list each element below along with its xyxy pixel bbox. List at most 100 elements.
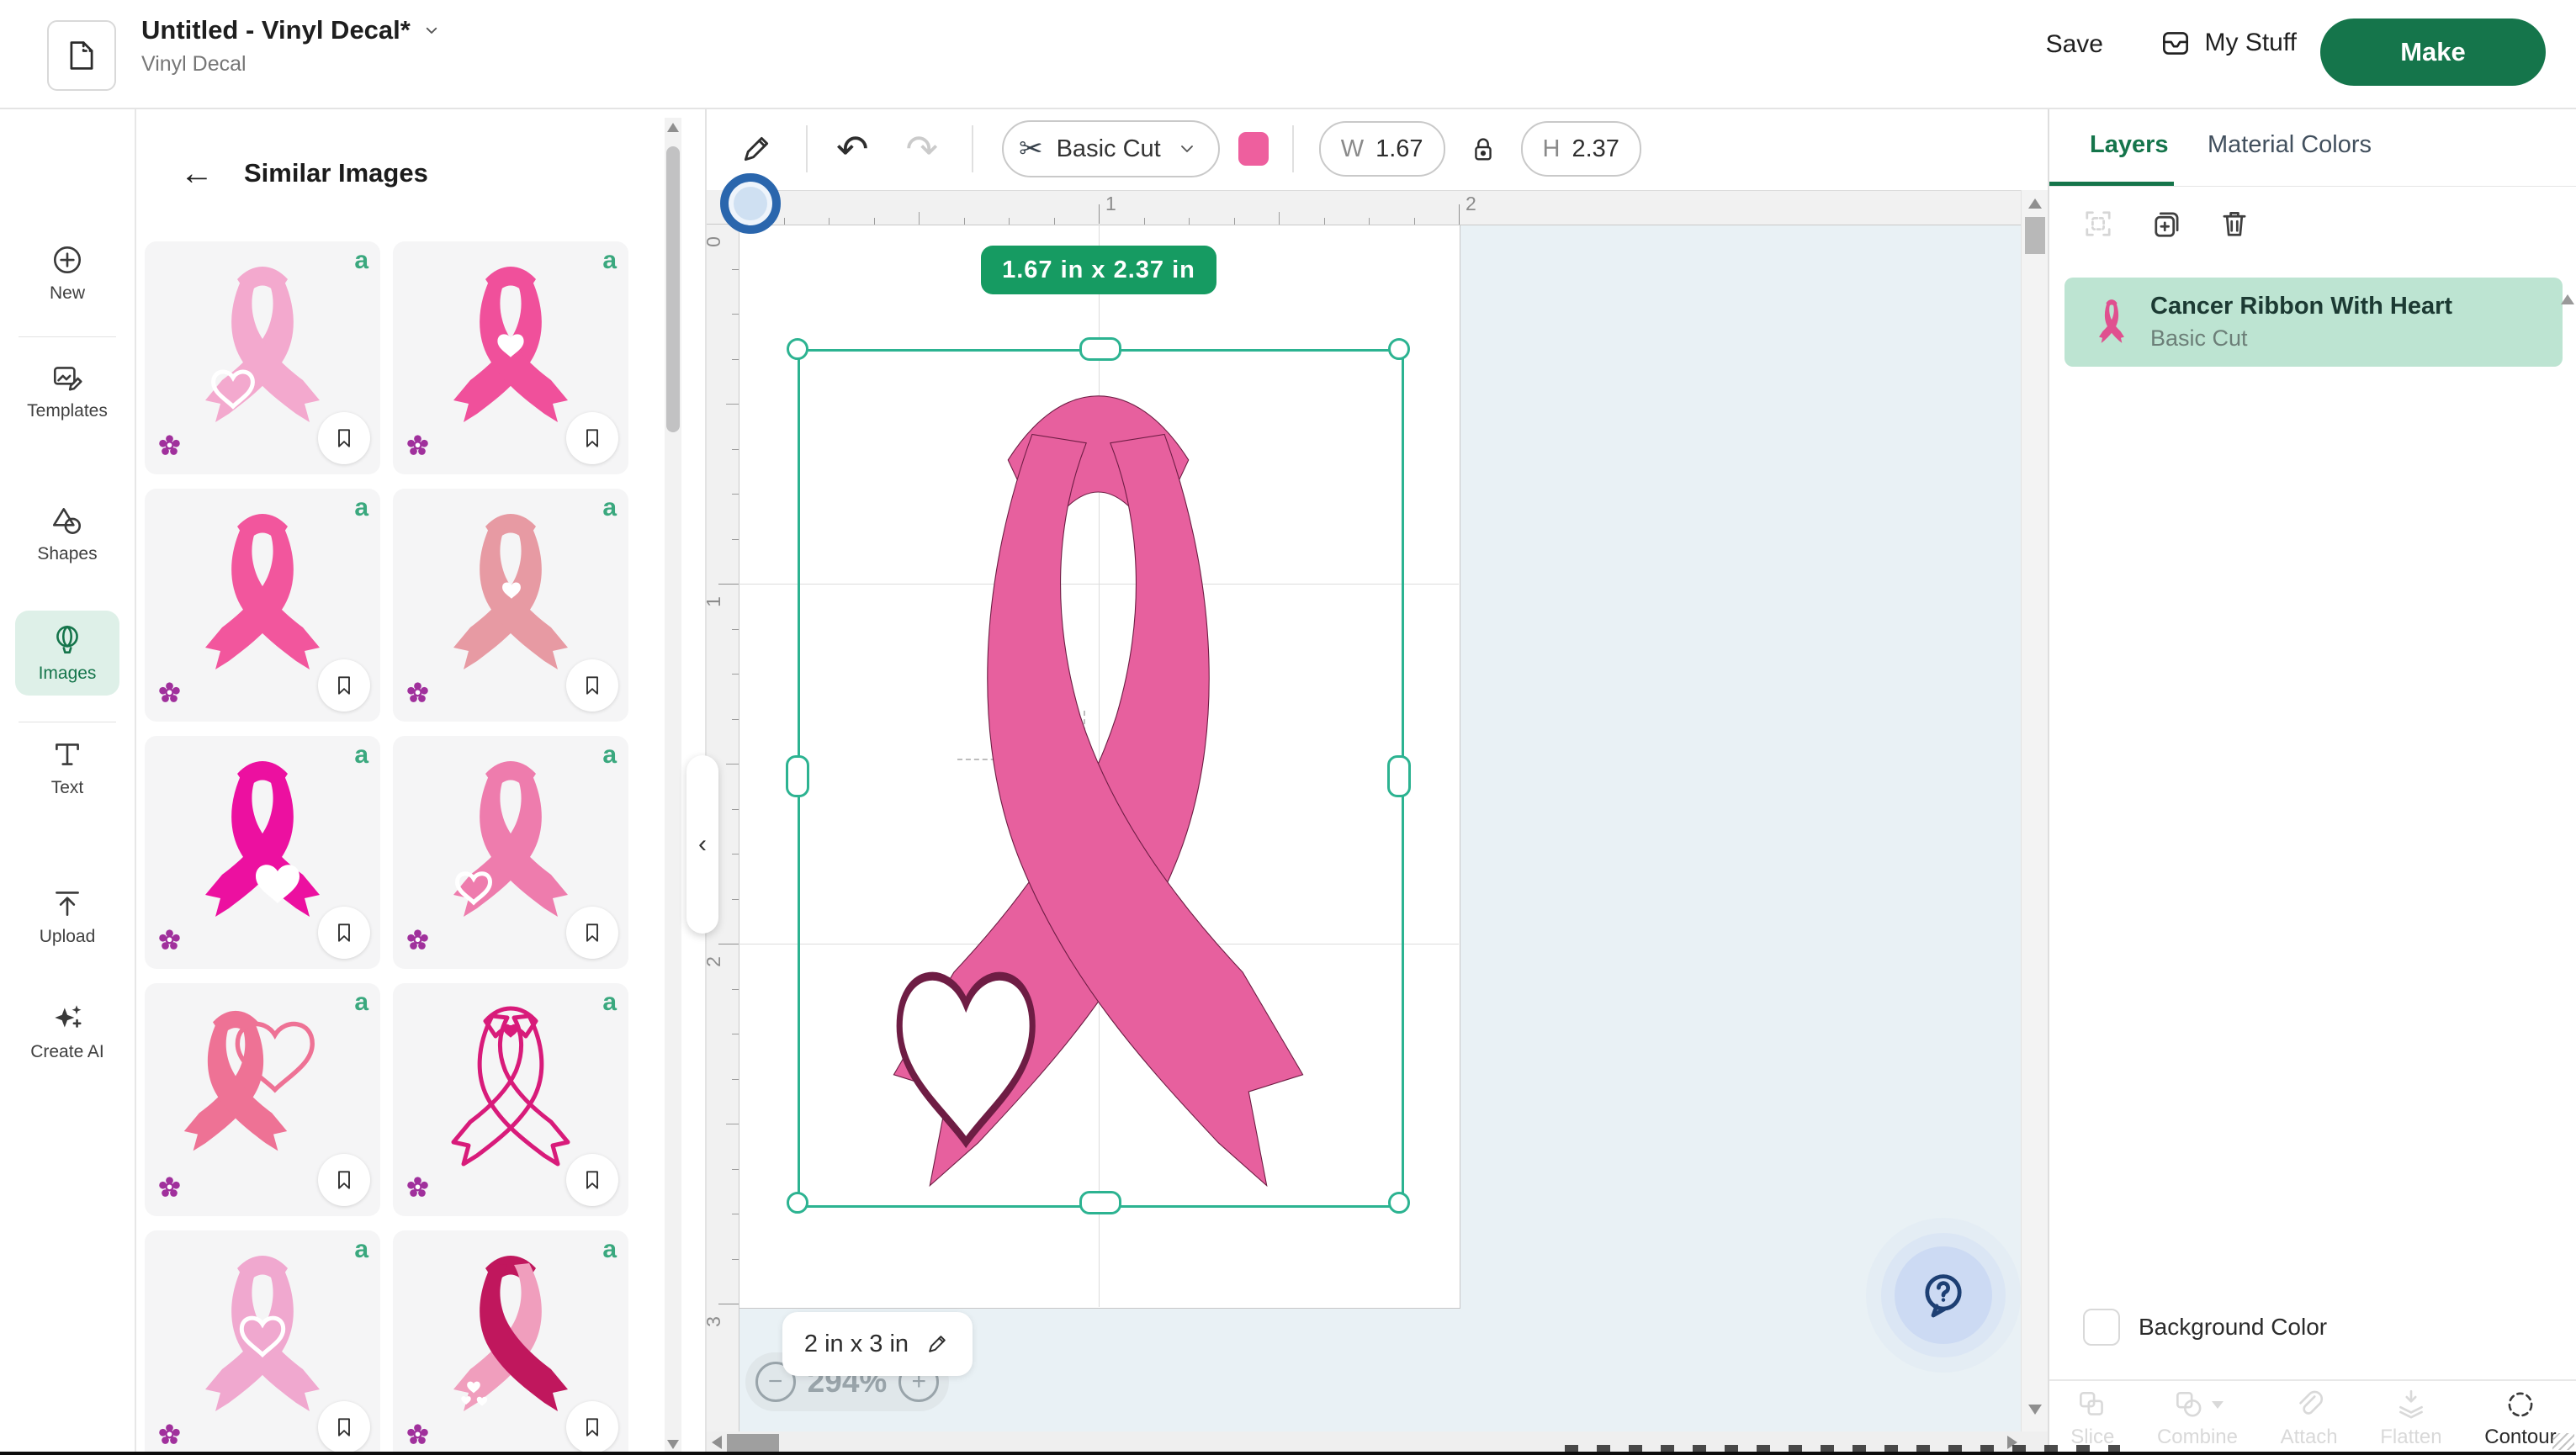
panel-scrollbar-thumb[interactable] [666,146,680,432]
flower-badge [406,681,429,708]
canvas-ribbon-artwork[interactable] [798,349,1399,1203]
bookmark-icon [580,1415,605,1440]
selection-handle-top-center[interactable] [1079,337,1121,361]
selection-handle-bottom-left[interactable] [787,1192,808,1214]
layer-actions-toolbar: Slice Combine Attach Flatten Contour [2049,1381,2576,1455]
scroll-up-arrow[interactable] [667,123,679,132]
bookmark-button[interactable] [318,1401,370,1453]
scroll-up-arrow[interactable] [2028,198,2042,209]
image-card-ribbon-magenta-heart-tail[interactable]: a [145,736,380,969]
sidebar-item-label: Text [51,778,84,798]
purchased-flower-icon [406,929,429,951]
duplicate-icon[interactable] [2149,205,2186,242]
sidebar-item-new[interactable]: New [8,242,126,304]
make-button[interactable]: Make [2320,19,2546,86]
project-document-icon[interactable] [47,20,116,91]
scroll-left-arrow[interactable] [712,1436,722,1449]
layer-item-cancer-ribbon[interactable]: Cancer Ribbon With Heart Basic Cut [2065,278,2563,367]
bookmark-button[interactable] [318,659,370,712]
image-card-ribbon-light-pink-heart-outline[interactable]: a [145,241,380,474]
bookmark-button[interactable] [318,412,370,464]
sidebar-item-images[interactable]: Images [15,611,119,696]
bookmark-icon [331,673,357,698]
selection-handle-bottom-right[interactable] [1388,1192,1410,1214]
image-card-ribbon-rose-heart-curl[interactable]: a [393,736,628,969]
bookmark-button[interactable] [566,412,618,464]
bookmark-button[interactable] [566,659,618,712]
selection-handle-middle-left[interactable] [786,755,809,797]
height-field[interactable]: H 2.37 [1521,121,1641,177]
project-title[interactable]: Untitled - Vinyl Decal* [141,15,444,45]
bookmark-icon [580,673,605,698]
resize-grip[interactable] [2552,1433,2574,1450]
help-button[interactable] [1895,1246,1992,1344]
linetype-value: Basic Cut [1057,135,1161,163]
undo-button[interactable]: ↶ [836,130,869,168]
screen-bottom-edge [0,1452,2576,1455]
selection-handle-middle-right[interactable] [1387,755,1411,797]
image-card-ribbon-raspberry-hearts[interactable]: a [393,1230,628,1455]
width-field[interactable]: W 1.67 [1319,121,1445,177]
tab-material-colors[interactable]: Material Colors [2208,131,2372,159]
bookmark-button[interactable] [318,1154,370,1206]
image-card-ribbon-pink-heart-loop[interactable]: a [145,489,380,722]
bookmark-button[interactable] [566,1154,618,1206]
layer-color-swatch[interactable] [1238,132,1269,166]
tab-layers[interactable]: Layers [2090,131,2169,159]
save-button[interactable]: Save [2046,30,2103,59]
sidebar-item-templates[interactable]: Templates [8,360,126,421]
panel-header: ← Similar Images [180,156,428,190]
sidebar-item-upload[interactable]: Upload [8,886,126,947]
sidebar-item-shapes[interactable]: Shapes [8,503,126,564]
bookmark-button[interactable] [318,907,370,959]
image-card-ribbon-outline-heart[interactable]: a [393,983,628,1216]
purchased-flower-icon [158,929,181,951]
panel-scrollbar[interactable] [665,118,681,1455]
edit-pencil-icon[interactable] [737,130,776,168]
combine-icon [2171,1387,2207,1422]
panel-collapse-handle[interactable]: ‹ [686,755,718,934]
selection-handle-top-right[interactable] [1388,338,1410,360]
scroll-down-arrow[interactable] [2028,1405,2042,1415]
lock-icon[interactable] [1467,133,1499,165]
canvas-vertical-scrollbar[interactable] [2021,190,2049,1431]
cricut-access-icon: a [602,246,617,275]
mouse-click-indicator [720,173,781,234]
background-color-checkbox[interactable] [2083,1309,2120,1346]
attach-button[interactable]: Attach [2281,1387,2338,1449]
sidebar-item-label: Images [39,664,97,684]
edit-size-pencil-icon[interactable] [924,1331,951,1357]
image-card-ribbon-light-pink-big-heart[interactable]: a [145,1230,380,1455]
canvas-vscroll-thumb[interactable] [2025,217,2045,254]
edit-toolbar: ↶ ↷ ✂ Basic Cut W 1.67 H 2.37 [705,108,2049,190]
bookmark-button[interactable] [566,907,618,959]
contour-button[interactable]: Contour [2484,1387,2556,1449]
sidebar-item-label: New [50,283,85,304]
selection-handle-top-left[interactable] [787,338,808,360]
slice-button[interactable]: Slice [2070,1387,2114,1449]
image-card-ribbon-hot-pink-heart[interactable]: a [393,241,628,474]
artboard-size-label: 2 in x 3 in [804,1331,909,1358]
ribbon-pink-heart-loop-thumbnail [178,502,347,680]
layers-scroll-up-arrow[interactable] [2561,294,2574,304]
sidebar-item-text[interactable]: Text [8,737,126,798]
canvas-hscroll-thumb[interactable] [727,1434,779,1452]
flatten-button[interactable]: Flatten [2380,1387,2441,1449]
bookmark-icon [580,1167,605,1193]
trash-icon[interactable] [2216,205,2253,242]
purchased-flower-icon [158,1176,181,1198]
my-stuff-button[interactable]: My Stuff [2158,25,2297,61]
sidebar-item-create-ai[interactable]: Create AI [8,1001,126,1062]
combine-button[interactable]: Combine [2157,1387,2238,1449]
image-card-ribbon-heart-combo[interactable]: a [145,983,380,1216]
sidebar-item-label: Shapes [37,544,97,564]
linetype-dropdown[interactable]: ✂ Basic Cut [1002,120,1220,177]
bookmark-button[interactable] [566,1401,618,1453]
back-arrow-icon[interactable]: ← [180,156,214,190]
selection-handle-bottom-center[interactable] [1079,1191,1121,1214]
redo-button[interactable]: ↷ [906,130,939,168]
scroll-down-arrow[interactable] [667,1440,679,1449]
image-card-ribbon-salmon-heart[interactable]: a [393,489,628,722]
artboard-size-chip[interactable]: 2 in x 3 in [782,1312,973,1376]
project-title-text: Untitled - Vinyl Decal* [141,15,411,45]
